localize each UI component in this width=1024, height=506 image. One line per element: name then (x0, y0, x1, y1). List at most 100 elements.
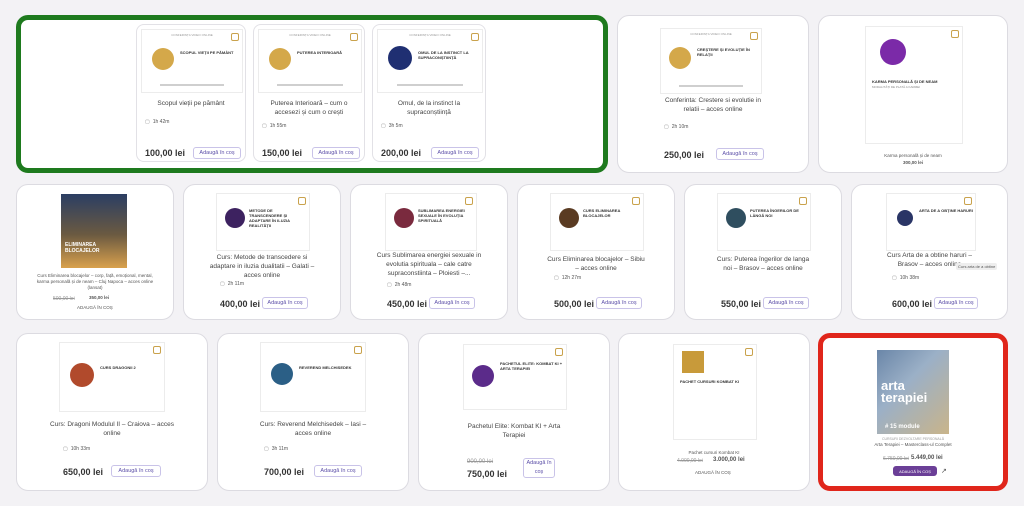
product-thumbnail[interactable]: CURS DRAGONII 2 (59, 342, 165, 412)
thumbnail-footer-line (277, 84, 343, 86)
price: 150,00 lei (262, 148, 303, 158)
product-title[interactable]: Pachet cursuri Kombat KI (649, 450, 779, 456)
product-card-karma[interactable]: KARMA PERSONALĂ ȘI DE NEAM MODALITĂȚI DE… (818, 15, 1008, 173)
product-thumbnail[interactable]: REVEREND MELCHISEDEK (260, 342, 366, 412)
product-title[interactable]: Curs: Dragoni Modulul II – Craiova – acc… (47, 420, 177, 438)
product-card-pachetul-elite[interactable]: PACHETUL ELITE: KOMBAT KI + ARTA TERAPIE… (418, 333, 610, 491)
product-thumbnail[interactable]: PACHETUL ELITE: KOMBAT KI + ARTA TERAPIE… (463, 344, 567, 410)
thumbnail-title: CREȘTERE ȘI EVOLUȚIE ÎN RELAȚII (697, 47, 750, 57)
product-card-scopul-vietii[interactable]: CONFERINȚA VIDEO ONLINE SCOPUL VIEȚII PE… (136, 24, 246, 162)
thumbnail-footer-line (160, 84, 224, 86)
product-thumbnail[interactable]: METODE DE TRANSCENDERE ȘI ADAPTARE ÎN IL… (216, 193, 310, 251)
thumbnail-title: CURS ELIMINAREA BLOCAJELOR (583, 208, 621, 218)
add-to-cart-button[interactable]: Adaugă în coș (193, 147, 241, 159)
price: 5.449,00 lei (911, 455, 943, 461)
thumbnail-subtitle: MODALITĂȚI DE PLATĂ A KARMEI (872, 85, 920, 89)
product-image-portrait[interactable]: ELIMINAREA BLOCAJELOR (61, 194, 127, 268)
product-title[interactable]: Curs: Reverend Melchisedek – Iasi – acce… (258, 420, 368, 438)
product-card-eliminarea-blocajelor-cluj[interactable]: ELIMINAREA BLOCAJELOR Curs Eliminarea bl… (16, 184, 174, 320)
product-image-arta-terapiei[interactable]: arta terapiei # 15 module (877, 350, 949, 434)
product-card-crestere-relatii[interactable]: CONFERINȚA VIDEO ONLINE CREȘTERE ȘI EVOL… (617, 15, 809, 173)
product-thumbnail[interactable]: CONFERINȚA VIDEO ONLINE SCOPUL VIEȚII PE… (141, 29, 243, 93)
bookmark-icon (951, 30, 959, 38)
product-title[interactable]: Scopul vieții pe pământ (143, 99, 239, 108)
bookmark-icon (750, 32, 758, 40)
product-card-dragoni[interactable]: CURS DRAGONII 2 Curs: Dragoni Modulul II… (16, 333, 208, 491)
add-to-cart-button[interactable]: Adaugă în coș (596, 297, 642, 309)
old-price: 4.000,00 lei (677, 458, 703, 464)
thumbnail-title: SUBLIMAREA ENERGIEI SEXUALE ÎN EVOLUȚIA … (418, 208, 465, 223)
add-to-cart-button[interactable]: Adaugă în coș (716, 148, 764, 160)
purple-circle-icon (225, 208, 245, 228)
price: 350,00 lei (89, 295, 110, 300)
product-thumbnail[interactable]: PUTEREA ÎNGERILOR DE LÂNGĂ NOI (717, 193, 811, 251)
add-to-cart-button[interactable]: Adaugă în coș (429, 297, 475, 309)
duration-label: 2h 10m (664, 124, 689, 130)
add-to-cart-button[interactable]: ADAUGĂ ÎN COȘ (77, 305, 113, 311)
product-card-kombat-ki[interactable]: PACHET CURSURI KOMBAT KI Pachet cursuri … (618, 333, 810, 491)
duration-label: 3h 11m (264, 446, 288, 452)
add-to-cart-button[interactable]: ADAUGĂ ÎN COȘ (893, 466, 937, 476)
add-to-cart-button[interactable]: ADAUGĂ ÎN COȘ (695, 470, 731, 476)
product-card-arta-haruri[interactable]: ARTA DE A OBȚINE HARURI Curs Arta de a o… (851, 184, 1008, 320)
thumbnail-footer-line (679, 85, 743, 87)
product-title[interactable]: Puterea Interioară – cum o accesezi și c… (260, 99, 358, 117)
product-title[interactable]: Curs Sublimarea energiei sexuale in evol… (373, 251, 485, 278)
product-thumbnail[interactable]: ARTA DE A OBȚINE HARURI (886, 193, 976, 251)
modules-badge: # 15 module (885, 424, 920, 430)
product-title[interactable]: Karma personală și de neam (839, 153, 987, 159)
product-thumbnail[interactable]: CONFERINȚA VIDEO ONLINE OMUL DE LA INSTI… (377, 29, 483, 93)
product-card-arta-terapiei[interactable]: arta terapiei # 15 module CURSURI DEZVOL… (818, 333, 1008, 491)
product-card-omul-de-la-instinct[interactable]: CONFERINȚA VIDEO ONLINE OMUL DE LA INSTI… (372, 24, 486, 162)
add-to-cart-button[interactable]: Adaugă în coș (111, 465, 161, 477)
bookmark-icon (555, 348, 563, 356)
add-to-cart-button[interactable]: Adaugă în coș (262, 297, 308, 309)
add-to-cart-button[interactable]: Adaugă în coș (934, 297, 978, 309)
thumbnail-title: SCOPUL VIEȚII PE PĂMÂNT (180, 50, 234, 55)
product-thumbnail[interactable]: CONFERINȚA VIDEO ONLINE PUTEREA INTERIOA… (258, 29, 362, 93)
external-link-icon[interactable]: ↗ (941, 467, 947, 475)
cross-icon (682, 351, 704, 373)
product-card-puterea-ingerilor[interactable]: PUTEREA ÎNGERILOR DE LÂNGĂ NOI Curs: Put… (684, 184, 842, 320)
add-to-cart-button[interactable]: Adaugă în coș (314, 465, 362, 477)
price: 450,00 lei (387, 299, 428, 309)
gold-circle-icon (669, 47, 691, 69)
product-title[interactable]: Pachetul Elite: Kombat KI + Arta Terapie… (459, 422, 569, 440)
gold-circle-icon (152, 48, 174, 70)
product-thumbnail[interactable]: CURS ELIMINAREA BLOCAJELOR (550, 193, 644, 251)
product-card-sublimarea-energiei[interactable]: SUBLIMAREA ENERGIEI SEXUALE ÎN EVOLUȚIA … (350, 184, 508, 320)
thumbnail-header: CONFERINȚA VIDEO ONLINE (409, 33, 451, 37)
product-card-metode-transcedere[interactable]: METODE DE TRANSCENDERE ȘI ADAPTARE ÎN IL… (183, 184, 341, 320)
product-title[interactable]: Arta Terapiei – Masterclass-ul Complet (843, 442, 983, 448)
product-title[interactable]: Curs Eliminarea blocajelor – corp, față,… (31, 273, 159, 291)
cross-circle-icon (271, 363, 293, 385)
maroon-circle-icon (394, 208, 414, 228)
product-card-eliminarea-blocajelor-sibiu[interactable]: CURS ELIMINAREA BLOCAJELOR Curs Eliminar… (517, 184, 675, 320)
product-thumbnail[interactable]: KARMA PERSONALĂ ȘI DE NEAM MODALITĂȚI DE… (865, 26, 963, 144)
duration-label: 2h 48m (387, 282, 412, 288)
add-to-cart-button[interactable]: Adaugă în coș (431, 147, 479, 159)
purple-circle-icon (472, 365, 494, 387)
bookmark-icon (298, 197, 306, 205)
product-title[interactable]: Curs: Metode de transcedere si adaptare … (208, 253, 316, 280)
product-title[interactable]: Curs: Puterea îngerilor de langa noi – B… (713, 255, 813, 273)
hover-tooltip: Curs arta de a obtine (956, 263, 998, 270)
thumbnail-title: PACHET CURSURI KOMBAT KI (680, 379, 739, 384)
bookmark-icon (231, 33, 239, 41)
product-card-puterea-interioara[interactable]: CONFERINȚA VIDEO ONLINE PUTEREA INTERIOA… (253, 24, 365, 162)
add-to-cart-button[interactable]: Adaugă în coș (312, 147, 360, 159)
product-thumbnail[interactable]: CONFERINȚA VIDEO ONLINE CREȘTERE ȘI EVOL… (660, 28, 762, 94)
thumbnail-title: ELIMINAREA BLOCAJELOR (65, 242, 100, 254)
product-title[interactable]: Curs Eliminarea blocajelor – Sibiu – acc… (546, 255, 646, 273)
product-thumbnail[interactable]: SUBLIMAREA ENERGIEI SEXUALE ÎN EVOLUȚIA … (385, 193, 477, 251)
add-to-cart-button[interactable]: Adaugă în coș (523, 458, 555, 478)
add-to-cart-button[interactable]: Adaugă în coș (763, 297, 809, 309)
price: 550,00 lei (721, 299, 762, 309)
purple-circle-icon (880, 39, 906, 65)
product-card-melchisedek[interactable]: REVEREND MELCHISEDEK Curs: Reverend Melc… (217, 333, 409, 491)
product-title[interactable]: Conferinta: Crestere si evolutie in rela… (662, 96, 764, 114)
old-price: 500,00 lei (53, 296, 75, 302)
product-title[interactable]: Omul, de la instinct la supraconștiință (379, 99, 479, 117)
bookmark-icon (153, 346, 161, 354)
product-thumbnail[interactable]: PACHET CURSURI KOMBAT KI (673, 344, 757, 440)
